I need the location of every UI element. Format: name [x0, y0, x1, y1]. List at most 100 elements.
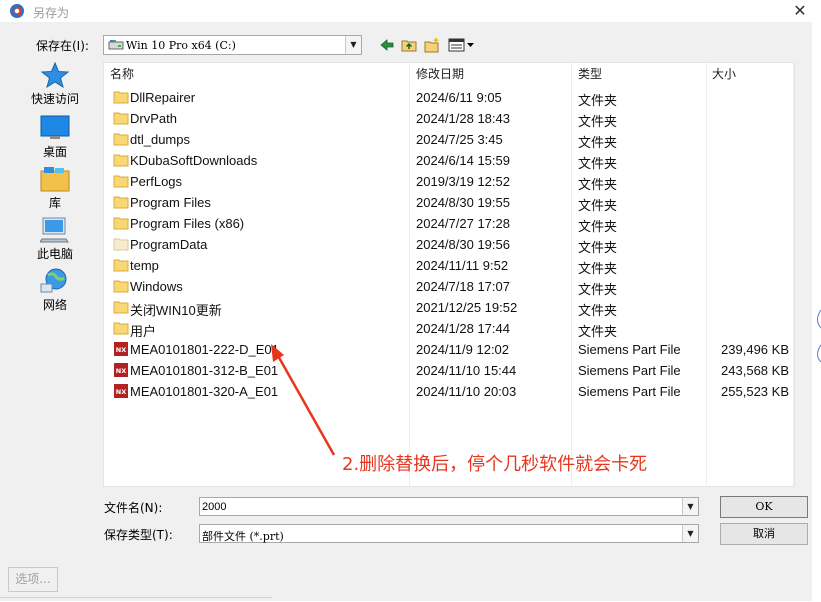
file-row[interactable]: temp 2024/11/11 9:52 文件夹 [104, 255, 796, 276]
folder-icon [113, 175, 129, 188]
file-type: 文件夹 [578, 261, 618, 276]
ok-button[interactable]: OK [720, 496, 808, 518]
file-name: MEA0101801-320-A_E01 [130, 384, 279, 399]
file-row[interactable]: NX MEA0101801-320-A_E01 2024/11/10 20:03 Si… [104, 381, 796, 402]
file-row[interactable]: DllRepairer 2024/6/11 9:05 文件夹 [104, 87, 796, 108]
file-type: 文件夹 [578, 198, 618, 213]
desktop-icon [40, 115, 70, 139]
folder-icon [113, 91, 129, 104]
close-button[interactable]: ✕ [788, 0, 812, 22]
file-name: 关闭WIN10更新 [130, 303, 222, 318]
file-row[interactable]: NX MEA0101801-222-D_E01 2024/11/9 12:02 Sie… [104, 339, 796, 360]
file-list[interactable]: 名称 修改日期 类型 大小 DllRepairer 2024/6/11 9:05 文… [103, 62, 796, 488]
place-label: 桌面 [42, 145, 67, 159]
file-name: Program Files [130, 195, 211, 210]
file-name: DrvPath [130, 111, 177, 126]
star-icon [40, 62, 70, 88]
file-row[interactable]: 关闭WIN10更新 2021/12/25 19:52 文件夹 [104, 297, 796, 318]
app-icon [10, 4, 24, 18]
chevron-down-icon[interactable]: ▼ [682, 498, 698, 515]
file-name: ProgramData [130, 237, 208, 252]
column-header-size[interactable]: 大小 [712, 63, 736, 85]
view-menu-icon[interactable] [447, 36, 477, 54]
folder-icon [113, 133, 129, 146]
file-type: 文件夹 [578, 240, 618, 255]
network-icon [40, 268, 67, 293]
file-date: 2024/7/18 17:07 [416, 279, 510, 294]
title-bar: 另存为 ✕ [0, 0, 812, 22]
folder-icon [113, 154, 129, 167]
file-type: 文件夹 [578, 324, 618, 339]
file-size: 239,496 KB [721, 342, 789, 357]
svg-text:NX: NX [116, 346, 126, 354]
save-as-dialog: 另存为 ✕ 保存在(I): Win 10 Pro x64 (C:) ▼ 快速访问… [0, 0, 812, 601]
file-name: PerfLogs [130, 174, 183, 189]
file-date: 2024/6/11 9:05 [416, 90, 502, 105]
column-header-type[interactable]: 类型 [578, 63, 602, 85]
file-row[interactable]: Windows 2024/7/18 17:07 文件夹 [104, 276, 796, 297]
chevron-down-icon[interactable]: ▼ [682, 525, 698, 542]
folder-icon [113, 238, 129, 251]
file-date: 2024/11/11 9:52 [416, 258, 509, 273]
file-date: 2024/1/28 17:44 [416, 321, 510, 336]
place-label: 快速访问 [30, 92, 79, 106]
column-header-name[interactable]: 名称 [110, 63, 134, 85]
file-type: 文件夹 [578, 114, 618, 129]
file-date: 2024/7/25 3:45 [416, 132, 503, 147]
file-date: 2019/3/19 12:52 [416, 174, 510, 189]
file-row[interactable]: Program Files 2024/8/30 19:55 文件夹 [104, 192, 796, 213]
file-name: Program Files (x86) [130, 216, 245, 231]
file-date: 2024/7/27 17:28 [416, 216, 510, 231]
annotation-arrow [271, 344, 336, 456]
file-type: 文件夹 [578, 135, 618, 150]
filetype-value: 部件文件 (*.prt) [202, 530, 284, 543]
file-date: 2024/11/9 12:02 [416, 342, 510, 357]
file-type: 文件夹 [578, 282, 618, 297]
place-label: 库 [48, 196, 61, 210]
new-folder-icon[interactable] [423, 36, 441, 54]
options-button[interactable]: 选项... [8, 567, 58, 592]
nx-part-file-icon: NX [114, 342, 128, 356]
file-row[interactable]: 用户 2024/1/28 17:44 文件夹 [104, 318, 796, 339]
folder-icon [113, 322, 129, 335]
window-title: 另存为 [33, 6, 70, 20]
place-label: 此电脑 [36, 247, 73, 261]
file-date: 2024/11/10 15:44 [416, 363, 517, 378]
drive-icon [108, 40, 124, 50]
annotation-text: 2.删除替换后，停个几秒软件就会卡死 [342, 454, 648, 475]
file-row[interactable]: DrvPath 2024/1/28 18:43 文件夹 [104, 108, 796, 129]
file-type: 文件夹 [578, 93, 618, 108]
nx-part-file-icon: NX [114, 363, 128, 377]
file-row[interactable]: KDubaSoftDownloads 2024/6/14 15:59 文件夹 [104, 150, 796, 171]
background-drawing [817, 309, 821, 363]
file-type: 文件夹 [578, 219, 618, 234]
location-dropdown[interactable]: Win 10 Pro x64 (C:) ▼ [103, 35, 362, 55]
file-row[interactable]: PerfLogs 2019/3/19 12:52 文件夹 [104, 171, 796, 192]
location-value: Win 10 Pro x64 (C:) [126, 39, 236, 52]
file-row[interactable]: NX MEA0101801-312-B_E01 2024/11/10 15:44 Si… [104, 360, 796, 381]
filename-value: 2000 [202, 501, 227, 513]
file-date: 2024/8/30 19:56 [416, 237, 510, 252]
nx-part-file-icon: NX [114, 384, 128, 398]
file-name: Windows [130, 279, 183, 294]
file-name: dtl_dumps [130, 132, 190, 147]
file-row[interactable]: Program Files (x86) 2024/7/27 17:28 文件夹 [104, 213, 796, 234]
filename-input[interactable]: 2000 ▼ [199, 497, 699, 516]
file-name: MEA0101801-222-D_E01 [130, 342, 279, 357]
column-header-date[interactable]: 修改日期 [416, 63, 464, 85]
file-row[interactable]: dtl_dumps 2024/7/25 3:45 文件夹 [104, 129, 796, 150]
file-name: KDubaSoftDownloads [130, 153, 258, 168]
chevron-down-icon[interactable]: ▼ [345, 36, 361, 54]
folder-icon [113, 112, 129, 125]
filename-label: 文件名(N): [104, 501, 163, 515]
up-folder-icon[interactable] [400, 36, 418, 54]
file-size: 255,523 KB [721, 384, 789, 399]
folder-icon [113, 259, 129, 272]
filetype-dropdown[interactable]: 部件文件 (*.prt) ▼ [199, 524, 699, 543]
file-size: 243,568 KB [721, 363, 789, 378]
cancel-button[interactable]: 取消 [720, 523, 808, 545]
library-icon [40, 167, 70, 192]
file-row[interactable]: ProgramData 2024/8/30 19:56 文件夹 [104, 234, 796, 255]
back-icon[interactable] [378, 36, 396, 54]
close-icon: ✕ [793, 1, 807, 20]
